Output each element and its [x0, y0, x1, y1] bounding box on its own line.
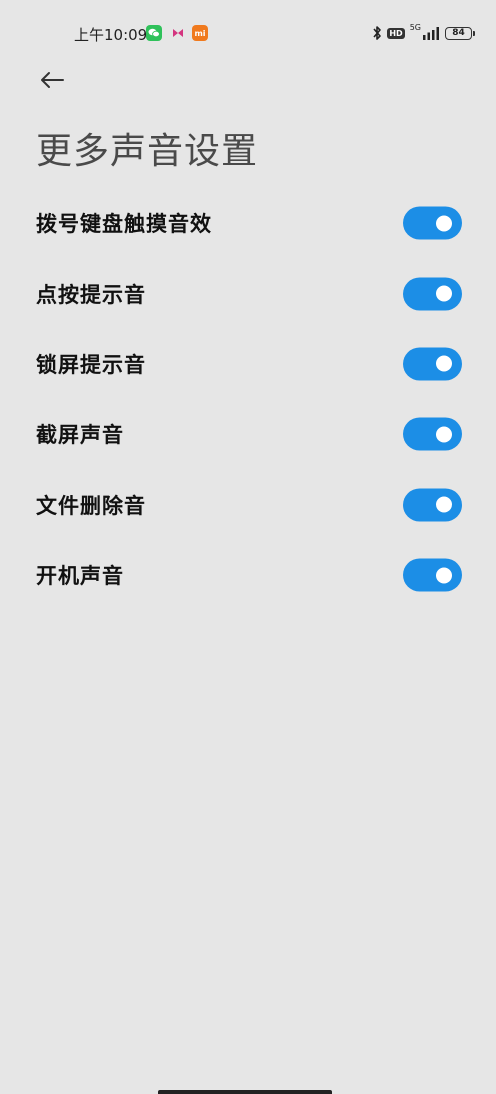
battery-icon: 84 — [445, 26, 475, 40]
setting-label: 文件删除音 — [36, 493, 146, 518]
toggle-knob — [436, 567, 452, 584]
signal-strength-icon — [422, 26, 440, 40]
screenshot-sound-toggle[interactable] — [403, 417, 462, 451]
setting-label: 截屏声音 — [36, 423, 124, 448]
setting-label: 点按提示音 — [36, 282, 146, 307]
mail-icon — [170, 25, 186, 41]
setting-label: 拨号键盘触摸音效 — [36, 212, 212, 237]
mi-icon: mi — [192, 25, 208, 41]
lock-screen-sound-toggle[interactable] — [403, 347, 462, 381]
toggle-knob — [436, 496, 452, 513]
boot-sound-toggle[interactable] — [403, 558, 462, 592]
file-delete-sound-toggle[interactable] — [403, 488, 462, 522]
setting-row-boot-sound: 开机声音 — [0, 540, 496, 610]
back-button[interactable] — [36, 66, 68, 98]
setting-row-screenshot-sound: 截屏声音 — [0, 399, 496, 469]
dialpad-touch-sound-toggle[interactable] — [403, 206, 462, 240]
setting-row-dialpad-touch-sound: 拨号键盘触摸音效 — [0, 188, 496, 258]
status-time: 上午10:09 — [74, 26, 148, 44]
settings-list: 拨号键盘触摸音效 点按提示音 锁屏提示音 截屏声音 文件删除音 开机声音 — [0, 188, 496, 610]
toggle-knob — [436, 355, 452, 372]
home-indicator[interactable] — [158, 1090, 332, 1094]
arrow-left-icon — [39, 71, 65, 93]
setting-label: 开机声音 — [36, 564, 124, 589]
toggle-knob — [436, 426, 452, 443]
setting-row-tap-sound: 点按提示音 — [0, 258, 496, 328]
status-bar: 上午10:09 mi HD 5G 84 — [0, 0, 496, 70]
wechat-icon — [146, 25, 162, 41]
toggle-knob — [436, 285, 452, 302]
setting-row-file-delete-sound: 文件删除音 — [0, 470, 496, 540]
status-indicators: HD 5G 84 — [372, 22, 475, 44]
page-title: 更多声音设置 — [36, 131, 259, 172]
toggle-knob — [436, 215, 452, 232]
tap-sound-toggle[interactable] — [403, 277, 462, 311]
setting-label: 锁屏提示音 — [36, 352, 146, 377]
bluetooth-icon — [372, 25, 382, 41]
network-type-label: 5G — [409, 22, 421, 32]
hd-badge: HD — [387, 27, 405, 39]
setting-row-lock-screen-sound: 锁屏提示音 — [0, 329, 496, 399]
